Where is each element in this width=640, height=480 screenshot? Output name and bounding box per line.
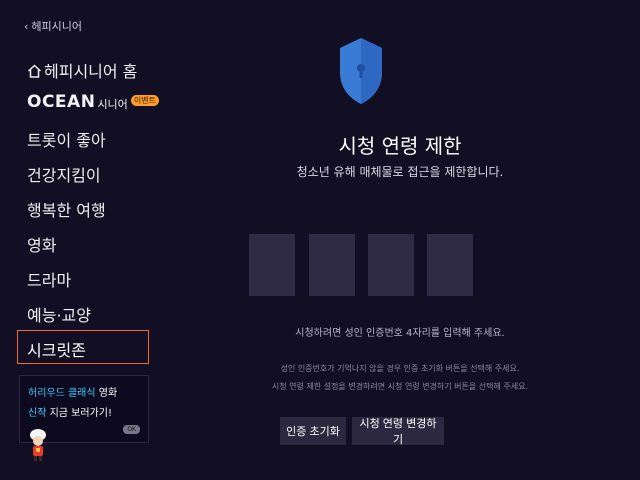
chevron-left-icon: ‹ (24, 19, 29, 33)
sidebar-item-health[interactable]: 건강지킴이 (27, 162, 101, 186)
reset-auth-button[interactable]: 인증 초기화 (280, 417, 346, 445)
home-icon (27, 64, 42, 78)
promo-highlight: 신작 (28, 408, 47, 419)
promo-highlight: 허리우드 클래식 (28, 388, 96, 399)
change-note: 시청 연령 제한 설정을 변경하려면 시청 연령 변경하기 버튼을 선택해 주세… (271, 382, 529, 391)
ocean-logo: OCEAN (27, 92, 96, 112)
sidebar-item-movie[interactable]: 영화 (27, 232, 56, 256)
shield-icon (340, 38, 382, 104)
sidebar-item-label: 헤피시니어 홈 (44, 62, 138, 81)
sidebar-item-home[interactable]: 헤피시니어 홈 (27, 58, 137, 82)
back-button[interactable]: ‹ 헤피시니어 (24, 18, 82, 34)
ocean-sub-label: 시니어 (97, 97, 128, 111)
pin-hint: 시청하려면 성인 인증번호 4자리를 입력해 주세요. (295, 328, 505, 339)
pin-digit-3[interactable] (368, 234, 414, 296)
pin-digit-2[interactable] (309, 234, 355, 296)
sidebar-item-label: 시크릿존 (27, 341, 86, 360)
back-label: 헤피시니어 (31, 20, 83, 33)
mascot-icon (30, 429, 46, 461)
page-subtitle: 청소년 유해 매체물로 접근을 제한합니다. (296, 165, 504, 179)
ok-badge: OK (123, 425, 140, 434)
pin-digit-4[interactable] (427, 234, 473, 296)
promo-text: 지금 보러가기! (46, 408, 112, 419)
sidebar-item-ocean[interactable]: OCEAN 시니어 이벤트 (27, 92, 159, 112)
sidebar-item-drama[interactable]: 드라마 (27, 267, 71, 291)
sidebar: ‹ 헤피시니어 헤피시니어 홈 OCEAN 시니어 이벤트 트롯이 좋아 건강지… (0, 0, 160, 480)
reset-note: 성인 인증번호가 기억나지 않을 경우 인증 초기화 버튼을 선택해 주세요. (280, 364, 520, 373)
promo-text: 영화 (95, 388, 118, 399)
promo-line-2: 신작 지금 보러가기! (28, 404, 112, 419)
promo-line-1: 허리우드 클래식 영화 (28, 384, 117, 399)
change-age-button[interactable]: 시청 연령 변경하기 (352, 417, 444, 446)
pin-digit-1[interactable] (249, 234, 295, 296)
sidebar-item-trot[interactable]: 트롯이 좋아 (27, 127, 106, 151)
sidebar-item-variety[interactable]: 예능·교양 (27, 302, 91, 326)
sidebar-item-secretzone[interactable]: 시크릿존 (17, 330, 149, 364)
page-title: 시청 연령 제한 (338, 134, 462, 158)
event-badge: 이벤트 (130, 94, 159, 106)
sidebar-item-travel[interactable]: 행복한 여행 (27, 197, 106, 221)
